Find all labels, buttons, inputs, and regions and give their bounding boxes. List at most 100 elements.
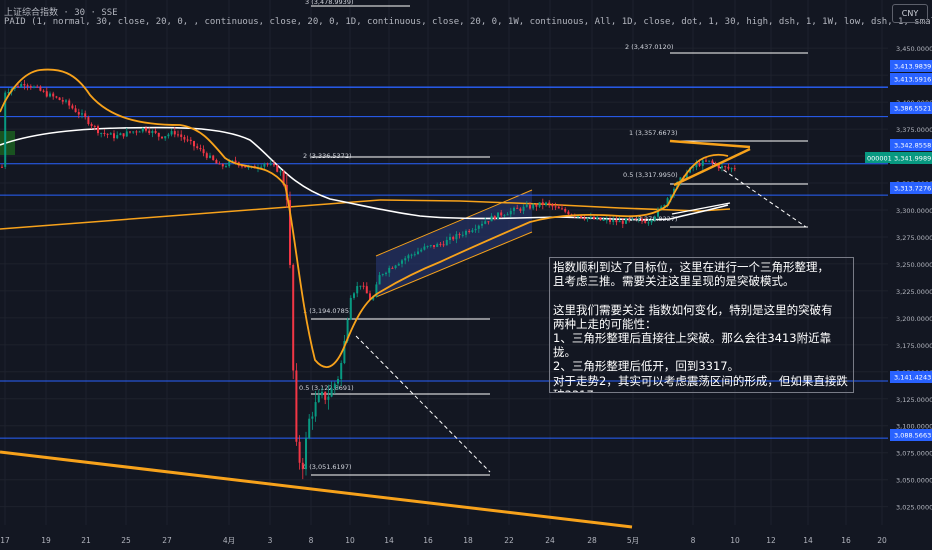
candle-up xyxy=(708,160,711,162)
y-tick-label: 3,025.0000 xyxy=(896,504,932,512)
candle-down xyxy=(113,133,115,139)
candle-down xyxy=(61,100,64,102)
y-tick-label: 3,075.0000 xyxy=(896,450,932,458)
candle-down xyxy=(391,267,394,269)
candle-up xyxy=(481,223,483,226)
candle-down xyxy=(727,166,730,169)
fib-label: 2 (3,437.0120) xyxy=(625,43,674,51)
candle-up xyxy=(119,133,122,136)
candle-up xyxy=(545,202,547,205)
x-tick-label: 16 xyxy=(841,536,851,545)
candle-down xyxy=(36,86,39,88)
candle-up xyxy=(141,127,144,132)
candle-up xyxy=(100,132,103,134)
candle-up xyxy=(305,438,307,470)
y-tick-label: 3,225.0000 xyxy=(896,288,932,296)
candle-up xyxy=(317,395,320,403)
candle-up xyxy=(330,388,333,397)
candle-up xyxy=(132,131,135,133)
currency-button[interactable]: CNY xyxy=(892,4,928,23)
candle-up xyxy=(730,168,733,170)
candle-up xyxy=(394,265,397,269)
candle-down xyxy=(221,164,224,167)
candle-down xyxy=(541,202,544,205)
y-tick-label: 3,200.0000 xyxy=(896,315,932,323)
x-tick-label: 12 xyxy=(766,536,776,545)
ma-daily-white xyxy=(0,126,729,221)
candle-down xyxy=(365,286,368,294)
candle-up xyxy=(125,131,128,137)
candle-down xyxy=(106,133,109,135)
fib-label: 1 (3,194.0785) xyxy=(303,307,352,315)
candle-down xyxy=(135,131,138,133)
candle-down xyxy=(266,163,269,165)
x-tick-label: 8 xyxy=(309,536,314,545)
candle-up xyxy=(605,219,608,221)
x-tick-label: 20 xyxy=(877,536,887,545)
candle-down xyxy=(157,132,160,137)
candle-up xyxy=(445,239,448,246)
candle-down xyxy=(583,217,586,220)
candle-up xyxy=(465,230,467,235)
candle-down xyxy=(97,126,99,134)
candle-down xyxy=(705,160,707,162)
x-tick-label: 14 xyxy=(803,536,813,545)
candle-up xyxy=(596,217,599,220)
candle-down xyxy=(234,160,237,163)
candle-down xyxy=(324,391,327,400)
candle-up xyxy=(167,134,170,137)
candle-down xyxy=(548,202,551,205)
candle-down xyxy=(487,221,490,223)
candle-up xyxy=(653,216,656,221)
y-tick-label: 3,250.0000 xyxy=(896,261,932,269)
candle-down xyxy=(39,86,42,91)
candle-down xyxy=(193,141,195,147)
y-tick-label: 3,125.0000 xyxy=(896,396,932,404)
candle-up xyxy=(349,297,352,320)
candle-up xyxy=(327,396,330,400)
candle-down xyxy=(644,220,647,223)
x-tick-label: 25 xyxy=(121,536,131,545)
candle-up xyxy=(308,418,311,439)
candle-down xyxy=(599,217,602,221)
candle-up xyxy=(423,246,426,250)
x-tick-label: 8 xyxy=(691,536,696,545)
candle-down xyxy=(519,208,522,211)
price-badge: 3,413.9839 xyxy=(894,63,931,71)
candle-up xyxy=(420,249,423,252)
fib-label: 0 (3,051.6197) xyxy=(303,463,352,471)
candle-down xyxy=(529,204,531,209)
candle-up xyxy=(474,228,477,231)
candle-down xyxy=(177,134,179,136)
candle-up xyxy=(311,416,314,419)
price-badge: 3,413.5916 xyxy=(894,76,931,84)
candle-down xyxy=(362,285,365,287)
candle-down xyxy=(173,131,176,135)
candle-down xyxy=(58,97,61,101)
candle-down xyxy=(557,206,560,209)
candle-down xyxy=(161,136,163,139)
candle-up xyxy=(20,83,23,88)
candle-up xyxy=(612,219,615,222)
candle-up xyxy=(397,263,400,266)
x-tick-label: 10 xyxy=(730,536,740,545)
candle-up xyxy=(404,258,407,261)
candle-down xyxy=(500,212,503,216)
x-tick-label: 18 xyxy=(463,536,473,545)
candle-down xyxy=(45,91,48,97)
candle-up xyxy=(509,210,512,215)
candle-up xyxy=(321,391,323,396)
candle-up xyxy=(538,202,541,207)
candle-up xyxy=(503,215,506,217)
candle-down xyxy=(567,211,570,215)
candle-down xyxy=(609,219,611,222)
fib-label: 0.5 (3,317.9950) xyxy=(623,171,678,179)
candle-up xyxy=(279,171,282,173)
candle-up xyxy=(138,131,141,133)
candle-up xyxy=(532,204,535,209)
y-tick-label: 3,375.0000 xyxy=(896,126,932,134)
candle-up xyxy=(340,362,343,380)
candle-down xyxy=(458,234,461,236)
candle-down xyxy=(23,83,26,86)
candle-down xyxy=(93,125,96,127)
